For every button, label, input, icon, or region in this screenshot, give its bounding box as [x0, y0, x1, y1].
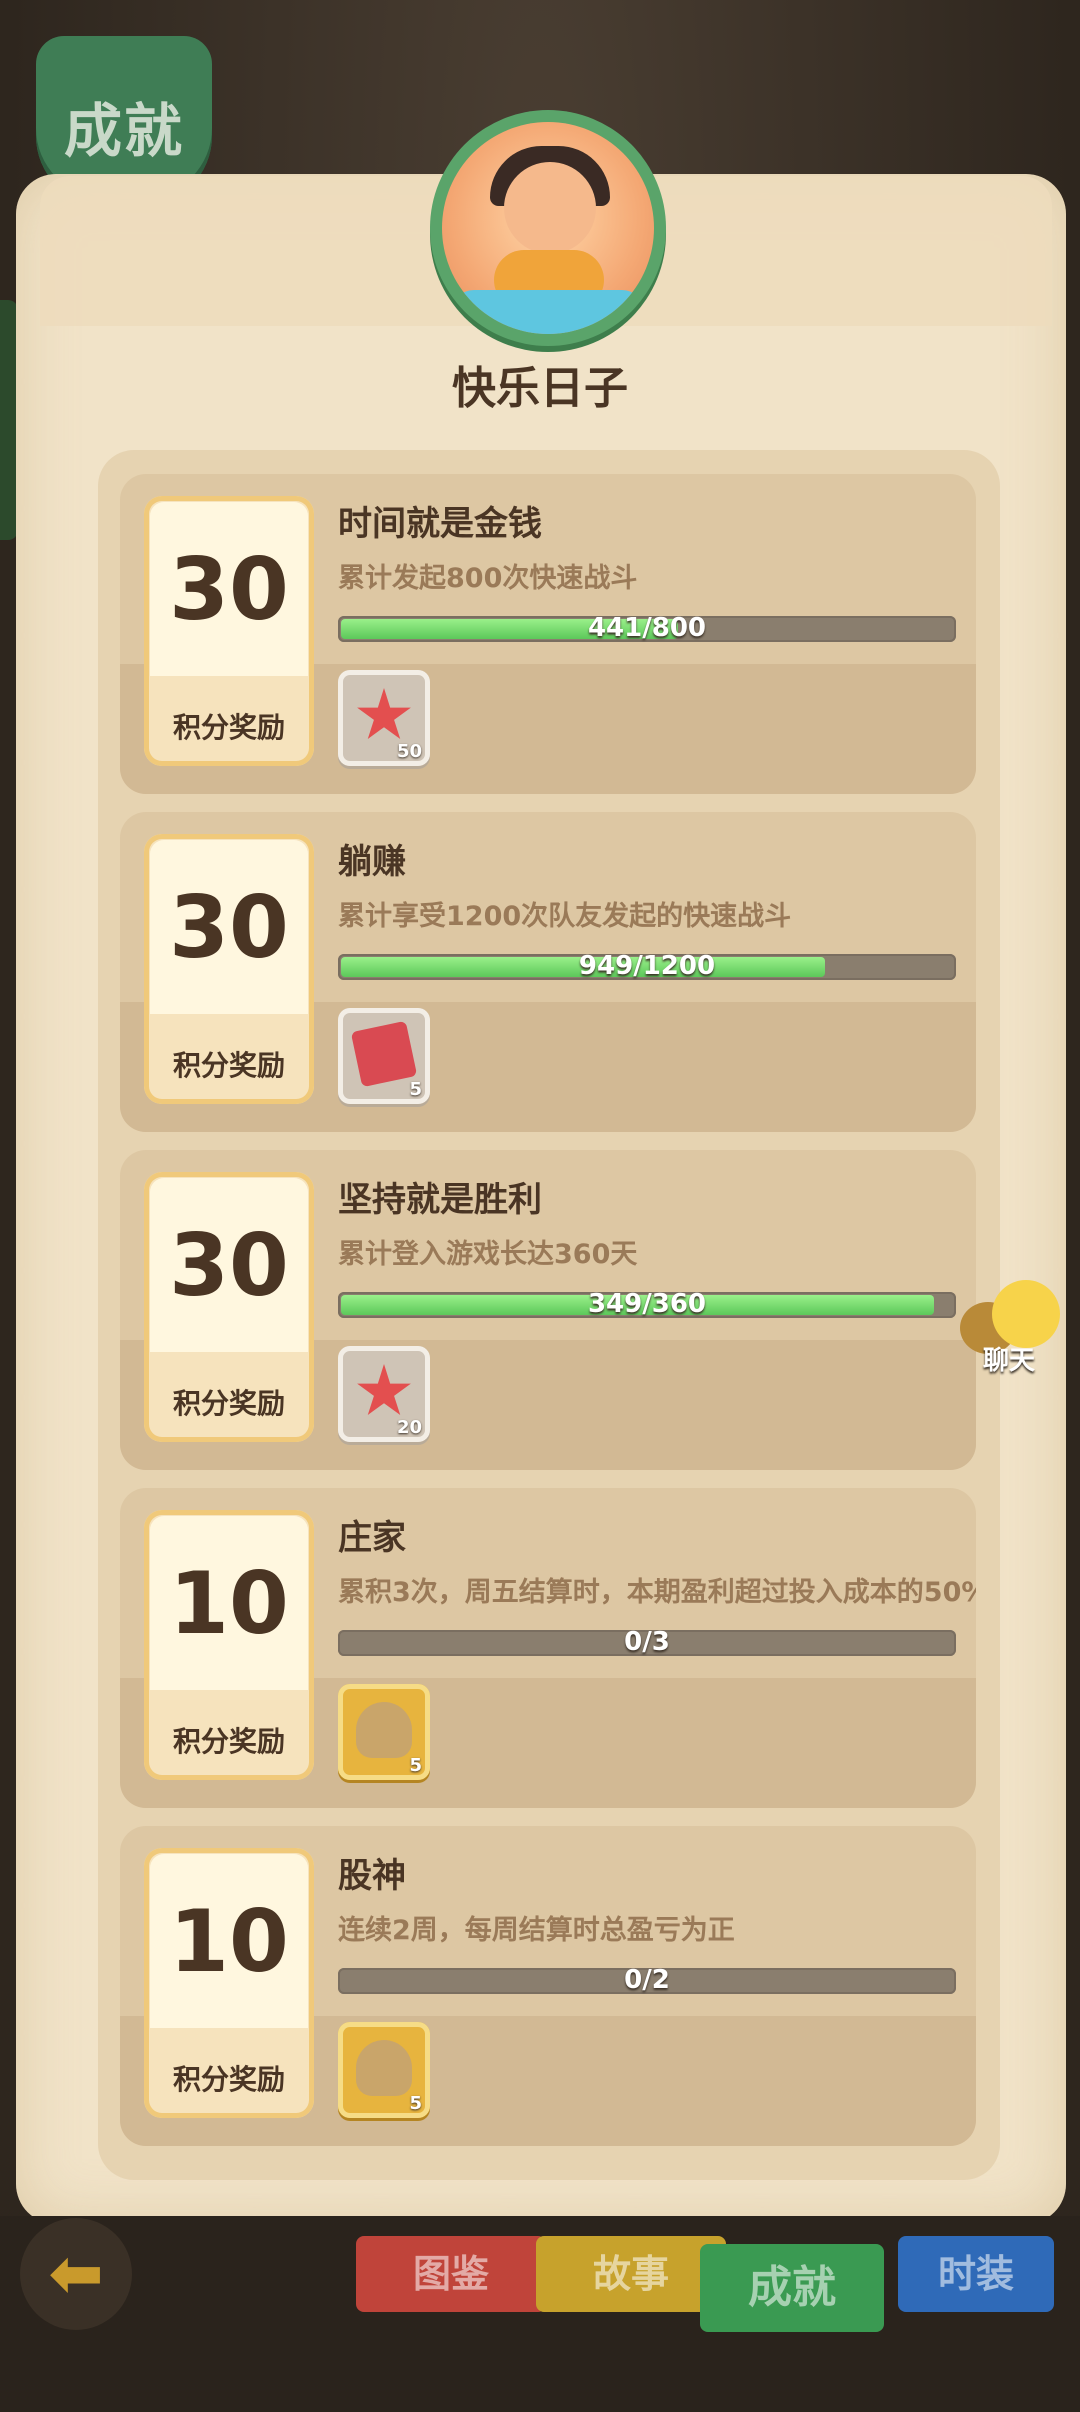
idol-icon — [356, 1702, 412, 1758]
points-value: 10 — [169, 1892, 289, 1992]
reward-item[interactable]: 5 — [338, 1684, 430, 1780]
achievement-card: 30 积分奖励 坚持就是胜利 累计登入游戏长达360天 349/360 20 — [120, 1150, 976, 1470]
progress-text: 0/3 — [624, 1630, 670, 1656]
reward-count: 5 — [409, 1079, 422, 1100]
caveman-avatar-icon[interactable] — [430, 110, 670, 360]
points-value: 30 — [169, 540, 289, 640]
achievement-card: 30 积分奖励 时间就是金钱 累计发起800次快速战斗 441/800 50 — [120, 474, 976, 794]
points-box: 30 积分奖励 — [144, 834, 314, 1104]
tab-story[interactable]: 故事 — [536, 2236, 726, 2312]
starfish-icon — [357, 1364, 411, 1415]
reward-count: 20 — [396, 1417, 422, 1438]
points-box: 10 积分奖励 — [144, 1510, 314, 1780]
reward-count: 5 — [409, 1755, 422, 1776]
achievement-desc: 连续2周，每周结算时总盈亏为正 — [338, 1915, 735, 1946]
reward-count: 5 — [409, 2093, 422, 2114]
points-value: 30 — [169, 878, 289, 978]
progress-bar: 349/360 — [338, 1292, 956, 1318]
tab-costume[interactable]: 时装 — [898, 2236, 1054, 2312]
achievement-card: 30 积分奖励 躺赚 累计享受1200次队友发起的快速战斗 949/1200 5 — [120, 812, 976, 1132]
points-label: 积分奖励 — [172, 711, 285, 744]
tab-achievement[interactable]: 成就 — [700, 2244, 884, 2332]
achievement-list[interactable]: 30 积分奖励 时间就是金钱 累计发起800次快速战斗 441/800 50 3… — [98, 450, 1000, 2180]
progress-text: 349/360 — [587, 1292, 707, 1318]
achievement-desc: 累积3次，周五结算时，本期盈利超过投入成本的50% — [338, 1577, 976, 1608]
progress-bar: 441/800 — [338, 616, 956, 642]
progress-text: 0/2 — [624, 1968, 670, 1994]
points-value: 30 — [169, 1216, 289, 1316]
achievement-desc: 累计登入游戏长达360天 — [338, 1239, 638, 1270]
back-button[interactable]: ⬅ — [20, 2218, 132, 2330]
achievement-name: 躺赚 — [338, 842, 406, 882]
page-title: 快乐日子 — [452, 363, 628, 414]
achievement-card: 10 积分奖励 股神 连续2周，每周结算时总盈亏为正 0/2 5 — [120, 1826, 976, 2146]
progress-bar: 0/2 — [338, 1968, 956, 1994]
points-label: 积分奖励 — [172, 1387, 285, 1420]
chat-face-icon — [992, 1280, 1060, 1348]
ticket-icon — [350, 1020, 418, 1088]
progress-text: 949/1200 — [578, 954, 716, 980]
progress-bar: 949/1200 — [338, 954, 956, 980]
achievement-desc: 累计发起800次快速战斗 — [338, 563, 638, 594]
achievement-name: 股神 — [338, 1856, 406, 1896]
idol-icon — [356, 2040, 412, 2096]
progress-bar: 0/3 — [338, 1630, 956, 1656]
points-box: 30 积分奖励 — [144, 496, 314, 766]
tab-encyclopedia[interactable]: 图鉴 — [356, 2236, 546, 2312]
points-value: 10 — [169, 1554, 289, 1654]
badge-label: 成就 — [63, 97, 184, 165]
reward-item[interactable]: 20 — [338, 1346, 430, 1442]
points-box: 30 积分奖励 — [144, 1172, 314, 1442]
reward-item[interactable]: 50 — [338, 670, 430, 766]
points-label: 积分奖励 — [172, 1725, 285, 1758]
reward-item[interactable]: 5 — [338, 2022, 430, 2118]
points-label: 积分奖励 — [172, 1049, 285, 1082]
achievement-name: 庄家 — [338, 1518, 406, 1558]
reward-count: 50 — [396, 741, 422, 762]
points-label: 积分奖励 — [172, 2063, 285, 2096]
starfish-icon — [357, 688, 411, 739]
achievement-name: 坚持就是胜利 — [338, 1180, 542, 1220]
achievement-desc: 累计享受1200次队友发起的快速战斗 — [338, 901, 792, 932]
chat-button[interactable]: 聊天 — [954, 1280, 1064, 1380]
progress-text: 441/800 — [587, 616, 707, 642]
chat-label: 聊天 — [982, 1346, 1035, 1376]
achievement-card: 10 积分奖励 庄家 累积3次，周五结算时，本期盈利超过投入成本的50% 0/3… — [120, 1488, 976, 1808]
achievement-name: 时间就是金钱 — [338, 504, 542, 544]
reward-item[interactable]: 5 — [338, 1008, 430, 1104]
points-box: 10 积分奖励 — [144, 1848, 314, 2118]
